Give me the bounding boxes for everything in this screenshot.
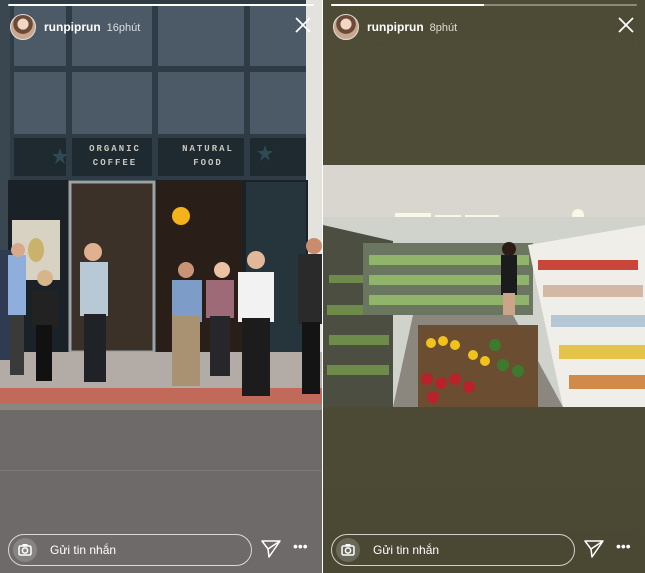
avatar[interactable] — [10, 14, 36, 40]
story-header: runpiprun 8phút — [331, 13, 637, 41]
message-input[interactable]: Gửi tin nhắn — [8, 534, 252, 566]
more-dots-icon[interactable]: ••• — [616, 538, 631, 554]
message-input[interactable]: Gửi tin nhắn — [331, 534, 575, 566]
organic-coffee-sign: ORGANIC COFFEE — [89, 144, 141, 168]
story-progress-fill — [331, 4, 484, 6]
story-progress-bar — [8, 4, 314, 6]
camera-icon — [341, 544, 355, 556]
grocery-store-photo — [323, 165, 645, 407]
camera-button[interactable] — [13, 538, 37, 562]
street-storefront-photo — [0, 0, 322, 573]
close-icon[interactable] — [617, 16, 635, 34]
story-header: runpiprun 16phút — [8, 13, 314, 41]
story-panel-right[interactable]: runpiprun 8phút Gửi tin nhắn ••• — [323, 0, 645, 573]
story-timestamp: 16phút — [106, 22, 141, 34]
story-panel-left[interactable]: ORGANIC COFFEE NATURAL FOOD runpiprun 16p… — [0, 0, 322, 573]
username-text[interactable]: runpiprun — [44, 20, 101, 34]
story-username[interactable]: runpiprun 16phút — [44, 20, 140, 34]
story-timestamp: 8phút — [429, 22, 458, 34]
camera-button[interactable] — [336, 538, 360, 562]
story-username[interactable]: runpiprun 8phút — [367, 20, 457, 34]
camera-icon — [18, 544, 32, 556]
natural-food-sign: NATURAL FOOD — [182, 144, 234, 168]
message-placeholder: Gửi tin nhắn — [373, 543, 440, 557]
story-progress-fill — [8, 4, 314, 6]
close-icon[interactable] — [294, 16, 312, 34]
paper-plane-icon[interactable] — [261, 540, 281, 558]
story-progress-bar — [331, 4, 637, 6]
story-footer: Gửi tin nhắn ••• — [8, 534, 314, 566]
story-footer: Gửi tin nhắn ••• — [331, 534, 637, 566]
username-text[interactable]: runpiprun — [367, 20, 424, 34]
paper-plane-icon[interactable] — [584, 540, 604, 558]
message-placeholder: Gửi tin nhắn — [50, 543, 117, 557]
more-dots-icon[interactable]: ••• — [293, 538, 308, 554]
avatar[interactable] — [333, 14, 359, 40]
